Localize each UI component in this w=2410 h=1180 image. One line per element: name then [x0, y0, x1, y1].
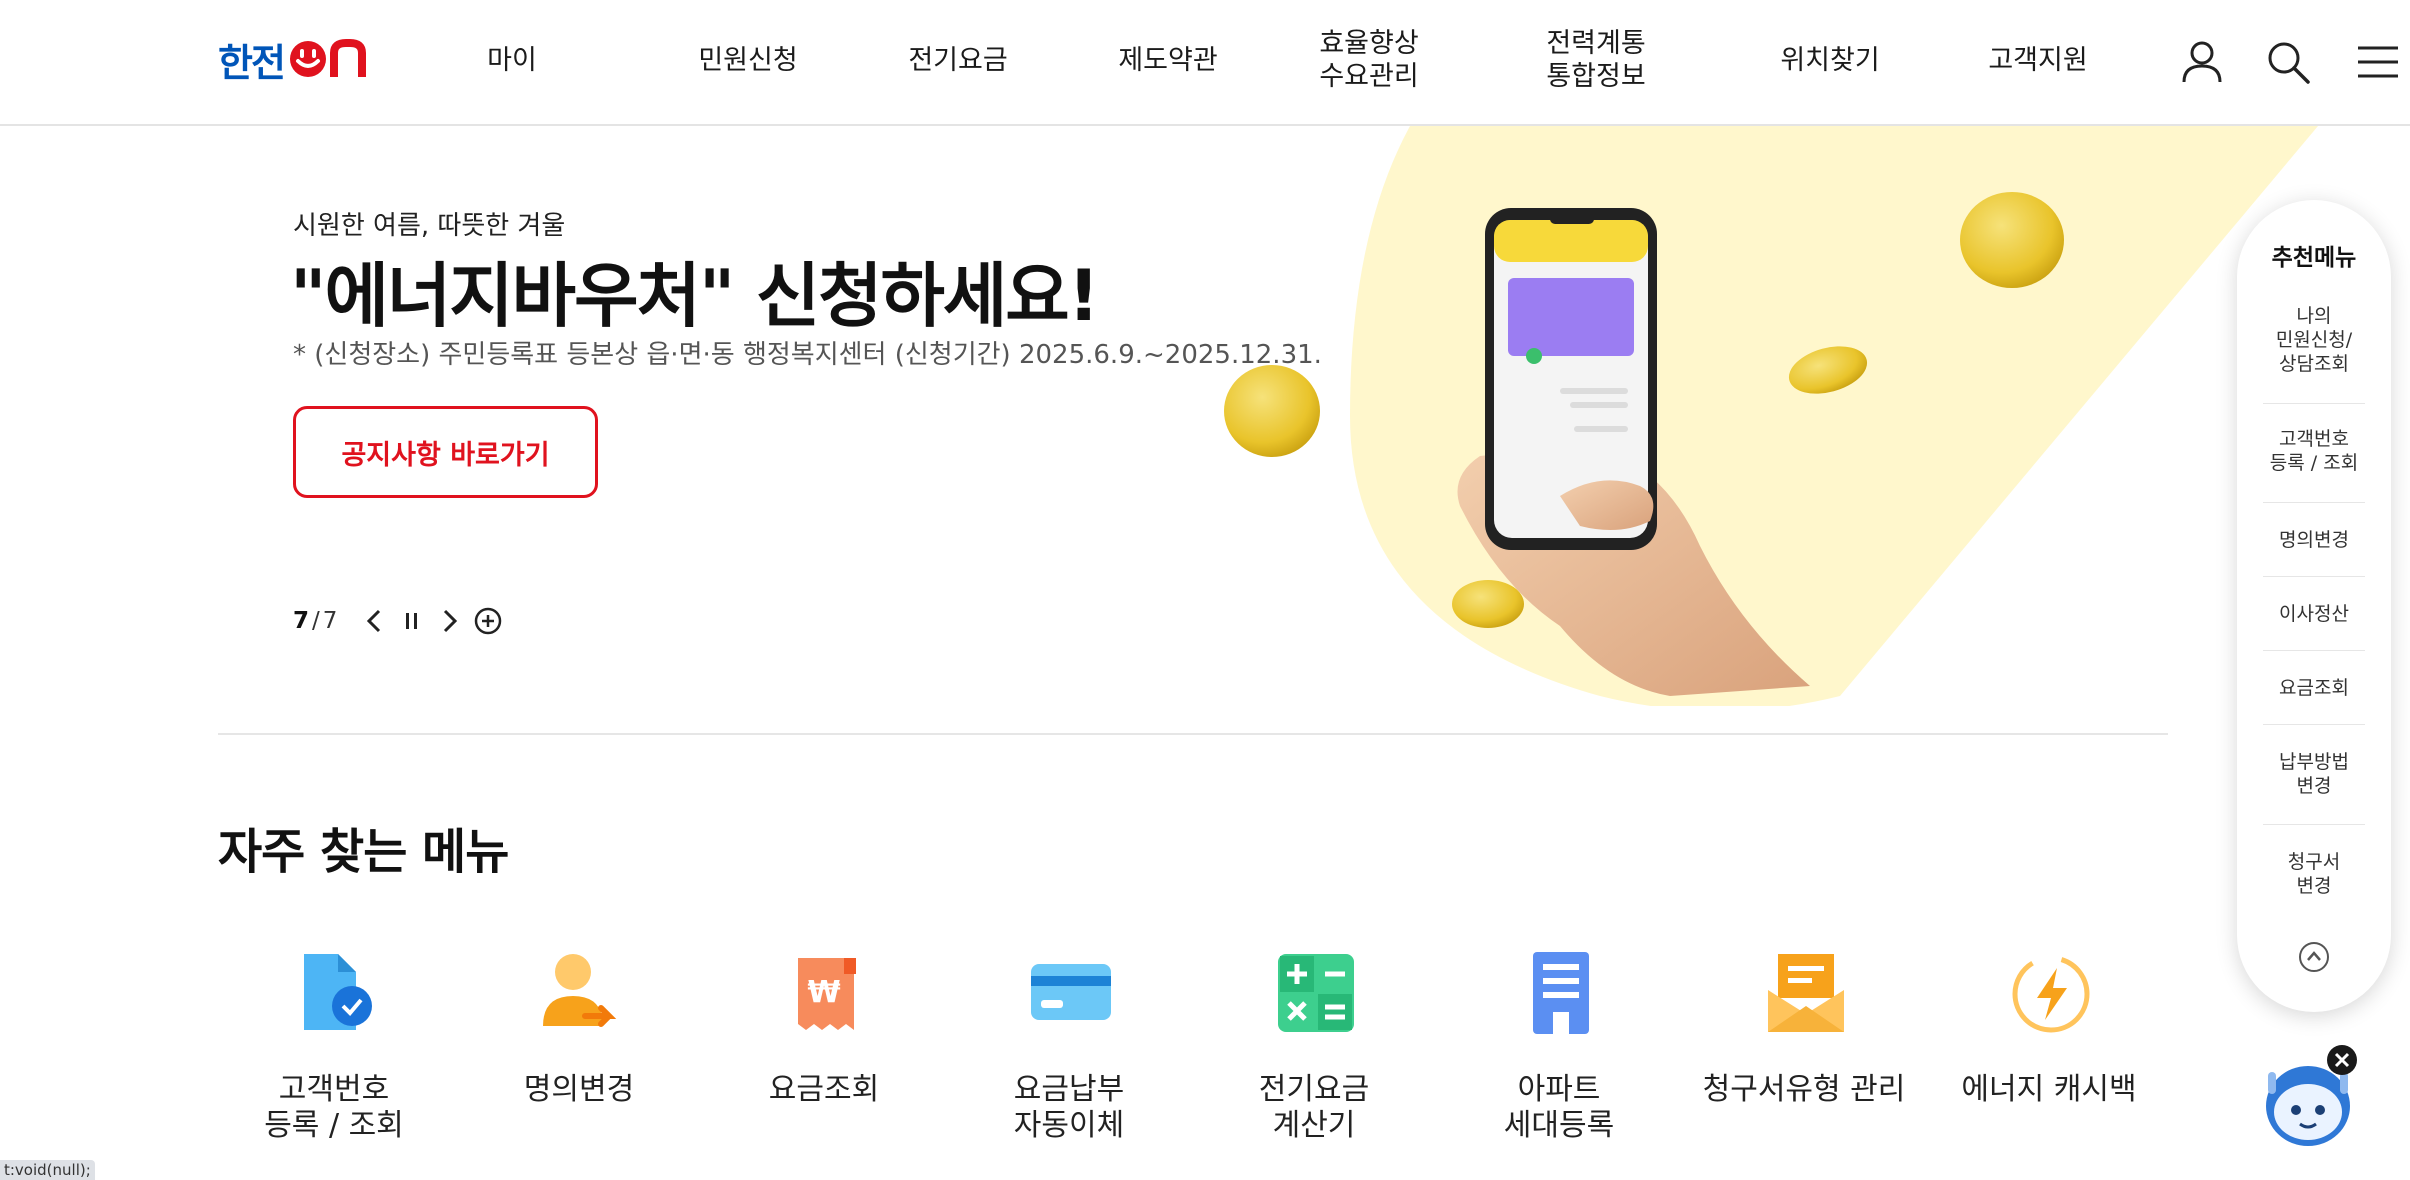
nav-my[interactable]: 마이 [462, 0, 562, 120]
side-item-moving-settlement[interactable]: 이사정산 [2261, 602, 2367, 626]
chatbot-robot-icon[interactable] [2262, 1042, 2362, 1152]
freq-label: 전기요금 계산기 [1258, 1072, 1370, 1143]
hero-title: "에너지바우처" 신청하세요! [290, 255, 1100, 337]
apartment-icon [1519, 950, 1603, 1036]
browser-status-bar: t:void(null); [0, 1160, 95, 1180]
svg-text:₩: ₩ [807, 975, 840, 1010]
person-transfer-icon [539, 950, 623, 1036]
prev-slide-icon[interactable] [359, 606, 389, 636]
side-separator [2263, 576, 2365, 577]
nav-terms[interactable]: 제도약관 [1108, 0, 1228, 120]
recommended-menu-title: 추천메뉴 [2271, 245, 2357, 271]
banner-pager: 7 / 7 [293, 603, 503, 639]
pager-separator: / [312, 608, 320, 634]
section-divider [218, 733, 2168, 735]
won-receipt-icon: ₩ [784, 950, 868, 1036]
freq-label: 에너지 캐시백 [1961, 1072, 2137, 1107]
nav-grid-info[interactable]: 전력계통 통합정보 [1531, 0, 1661, 120]
side-separator [2263, 650, 2365, 651]
plus-circle-icon[interactable] [473, 606, 503, 636]
side-separator [2263, 403, 2365, 404]
pager-current: 7 [293, 608, 310, 634]
envelope-icon [1764, 950, 1848, 1036]
hero-illustration [1200, 126, 2350, 711]
logo-on-mark [288, 39, 372, 79]
recommended-menu: 추천메뉴 나의 민원신청/ 상담조회 고객번호 등록 / 조회 명의변경 이사정… [2237, 200, 2391, 1012]
freq-item-bill-inquiry[interactable]: ₩ 요금조회 [704, 950, 944, 1150]
lightning-icon [2009, 950, 2093, 1036]
freq-label: 청구서유형 관리 [1702, 1072, 1906, 1107]
logo-text: 한전 [218, 40, 286, 85]
nav-civil-service[interactable]: 민원신청 [688, 0, 808, 120]
pause-icon[interactable] [397, 606, 427, 636]
side-item-bill-change[interactable]: 청구서 변경 [2261, 850, 2367, 898]
freq-label: 아파트 세대등록 [1503, 1072, 1615, 1143]
freq-item-name-change[interactable]: 명의변경 [459, 950, 699, 1150]
side-item-my-civil-service[interactable]: 나의 민원신청/ 상담조회 [2261, 304, 2367, 376]
side-item-payment-method[interactable]: 납부방법 변경 [2261, 750, 2367, 798]
menu-icon[interactable] [2354, 38, 2402, 86]
calculator-icon [1274, 950, 1358, 1036]
hero-subtitle: 시원한 여름, 따뜻한 겨울 [293, 211, 566, 241]
site-header: 한전 마이 민원신청 전기요금 제도약관 효율향상 수요관리 전력계통 통합정보… [0, 0, 2410, 126]
nav-demand-management[interactable]: 효율향상 수요관리 [1309, 0, 1429, 120]
freq-item-bill-type-management[interactable]: 청구서유형 관리 [1684, 950, 1924, 1150]
user-icon[interactable] [2178, 38, 2226, 86]
freq-label: 명의변경 [523, 1072, 635, 1107]
freq-label: 요금납부 자동이체 [1013, 1072, 1125, 1143]
side-item-customer-number[interactable]: 고객번호 등록 / 조회 [2261, 427, 2367, 475]
hero-note: * (신청장소) 주민등록표 등본상 읍·면·동 행정복지센터 (신청기간) 2… [293, 340, 1322, 370]
freq-item-customer-number[interactable]: 고객번호 등록 / 조회 [214, 950, 454, 1150]
freq-item-apartment-registration[interactable]: 아파트 세대등록 [1439, 950, 1679, 1150]
nav-customer-support[interactable]: 고객지원 [1978, 0, 2098, 120]
document-check-icon [294, 950, 378, 1036]
freq-item-bill-calculator[interactable]: 전기요금 계산기 [1194, 950, 1434, 1150]
side-separator [2263, 824, 2365, 825]
notice-shortcut-button[interactable]: 공지사항 바로가기 [293, 406, 598, 498]
next-slide-icon[interactable] [435, 606, 465, 636]
credit-card-icon [1029, 950, 1113, 1036]
freq-item-auto-payment[interactable]: 요금납부 자동이체 [949, 950, 1189, 1150]
frequent-menu-title: 자주 찾는 메뉴 [218, 824, 509, 880]
scroll-top-icon[interactable] [2297, 940, 2331, 974]
nav-location[interactable]: 위치찾기 [1770, 0, 1890, 120]
nav-electric-bill[interactable]: 전기요금 [898, 0, 1018, 120]
search-icon[interactable] [2264, 38, 2312, 86]
side-separator [2263, 502, 2365, 503]
side-item-name-change[interactable]: 명의변경 [2261, 528, 2367, 552]
freq-label: 고객번호 등록 / 조회 [264, 1072, 404, 1143]
freq-item-energy-cashback[interactable]: 에너지 캐시백 [1929, 950, 2169, 1150]
pager-total: 7 [322, 608, 338, 634]
side-item-bill-inquiry[interactable]: 요금조회 [2261, 676, 2367, 700]
kepco-on-logo[interactable]: 한전 [218, 38, 372, 85]
side-separator [2263, 724, 2365, 725]
freq-label: 요금조회 [768, 1072, 880, 1107]
